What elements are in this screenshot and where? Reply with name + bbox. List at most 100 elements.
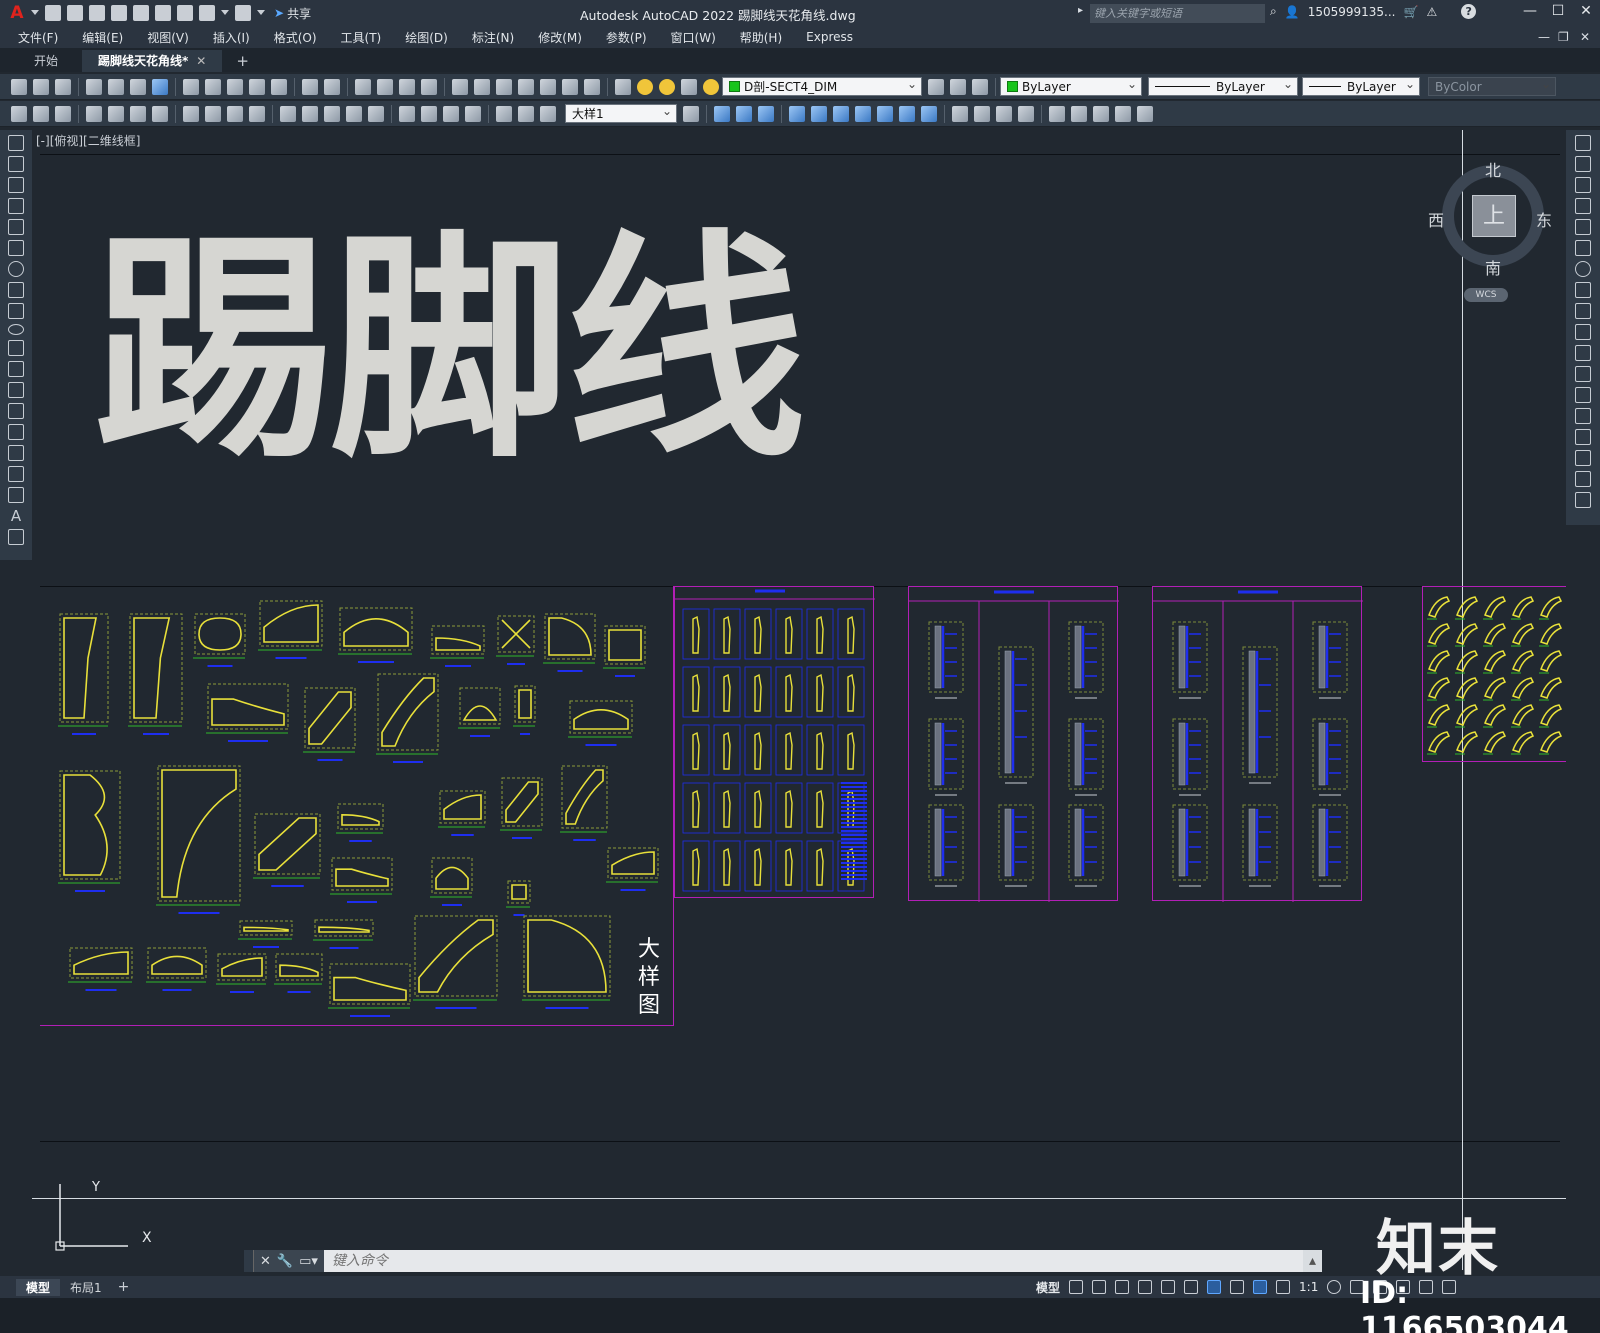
plotstyle-dropdown[interactable]: ByColor xyxy=(1428,75,1556,96)
lineweight-dropdown[interactable]: ByLayer xyxy=(1302,75,1420,96)
search-icon[interactable]: ⌕ xyxy=(1270,4,1277,19)
hatch-icon[interactable] xyxy=(8,424,24,440)
make-block-icon[interactable] xyxy=(8,382,24,398)
annotation-scale[interactable]: 1:1 xyxy=(1299,1280,1318,1294)
move-icon[interactable] xyxy=(1575,240,1591,256)
jogged-linear-icon[interactable] xyxy=(465,105,481,122)
section-sheet-3[interactable] xyxy=(1152,586,1363,902)
redo-icon[interactable] xyxy=(235,5,251,21)
tool-palettes-icon[interactable] xyxy=(496,78,512,95)
id-point-icon[interactable] xyxy=(1115,105,1131,122)
viewport-controls[interactable]: [-][俯视][二维线框] xyxy=(36,132,140,149)
add-selected-draw-icon[interactable] xyxy=(8,529,24,545)
mtext-icon[interactable]: A xyxy=(8,508,24,524)
table-icon[interactable] xyxy=(8,487,24,503)
angular-dim-icon[interactable] xyxy=(249,105,265,122)
snap-icon[interactable] xyxy=(1092,1280,1107,1294)
viewcube[interactable]: 上 北 南 东 西 xyxy=(1428,157,1552,279)
make-current-layer-icon[interactable] xyxy=(928,78,944,95)
plot-icon[interactable] xyxy=(177,5,193,21)
compass-west[interactable]: 西 xyxy=(1428,207,1444,231)
menu-dimension[interactable]: 标注(N) xyxy=(460,29,526,46)
extend-icon[interactable] xyxy=(1575,345,1591,361)
share-icon[interactable]: ➤ xyxy=(274,6,284,20)
menu-help[interactable]: 帮助(H) xyxy=(728,29,794,46)
help-toolbar-icon[interactable] xyxy=(584,78,600,95)
tab-start[interactable]: 开始 xyxy=(18,50,74,72)
tolerance-icon[interactable] xyxy=(399,105,415,122)
construction-line-icon[interactable] xyxy=(8,156,24,172)
match-properties-icon[interactable] xyxy=(249,78,265,95)
circle-icon[interactable] xyxy=(8,261,24,277)
share-button[interactable]: 共享 xyxy=(287,5,311,22)
new-tab-icon[interactable]: + xyxy=(236,50,249,72)
expand-arrow-icon[interactable]: ▸ xyxy=(1078,5,1083,16)
doc-restore-button[interactable]: ❐ xyxy=(1558,30,1569,44)
linear-dim-icon[interactable] xyxy=(86,105,102,122)
insert-block-icon[interactable] xyxy=(8,361,24,377)
menu-parametric[interactable]: 参数(P) xyxy=(594,29,659,46)
workspace-gear-icon[interactable] xyxy=(1327,1280,1342,1294)
autocad-logo-icon[interactable]: A xyxy=(6,3,28,23)
ungroup-icon[interactable] xyxy=(736,105,752,122)
join-icon[interactable] xyxy=(1575,408,1591,424)
layer-dropdown[interactable]: D剖-SECT4_DIM xyxy=(722,75,922,96)
open-file-icon[interactable] xyxy=(33,78,49,95)
tab-layout1[interactable]: 布局1 xyxy=(60,1279,112,1296)
maximize-button[interactable]: ☐ xyxy=(1546,3,1570,23)
layer-properties-icon[interactable] xyxy=(615,78,631,95)
print-icon[interactable] xyxy=(86,78,102,95)
point-icon[interactable] xyxy=(8,403,24,419)
rectangle-icon[interactable] xyxy=(8,219,24,235)
dim-text-edit-icon[interactable] xyxy=(518,105,534,122)
section-sheet-1[interactable] xyxy=(674,586,875,898)
viewcube-top-face[interactable]: 上 xyxy=(1472,195,1516,237)
group-edit-icon[interactable] xyxy=(758,105,774,122)
minimize-button[interactable]: — xyxy=(1518,3,1542,23)
hide-object-icon[interactable] xyxy=(811,105,827,122)
properties-icon[interactable] xyxy=(452,78,468,95)
object-snap-icon[interactable] xyxy=(1207,1280,1222,1294)
menu-express[interactable]: Express xyxy=(794,30,865,44)
area-icon[interactable] xyxy=(1093,105,1109,122)
model-space-button[interactable]: 模型 xyxy=(1036,1279,1060,1296)
gradient-icon[interactable] xyxy=(8,445,24,461)
stretch-icon[interactable] xyxy=(1575,303,1591,319)
copy-object-icon[interactable] xyxy=(1575,156,1591,172)
distance-icon[interactable] xyxy=(1137,105,1153,122)
compass-south[interactable]: 南 xyxy=(1485,255,1501,279)
unisolate-icon[interactable] xyxy=(833,105,849,122)
scale-icon[interactable] xyxy=(1575,282,1591,298)
qnew-icon[interactable] xyxy=(11,78,27,95)
select-similar-icon[interactable] xyxy=(855,105,871,122)
menu-window[interactable]: 窗口(W) xyxy=(659,29,728,46)
revcloud-icon[interactable] xyxy=(8,282,24,298)
grid-icon[interactable] xyxy=(1069,1280,1084,1294)
undo-dropdown-icon[interactable] xyxy=(221,10,229,16)
add-selected-icon[interactable] xyxy=(877,105,893,122)
plot-preview-icon[interactable] xyxy=(108,78,124,95)
annotation-visibility-icon[interactable] xyxy=(1253,1280,1268,1294)
menu-file[interactable]: 文件(F) xyxy=(6,29,70,46)
menu-draw[interactable]: 绘图(D) xyxy=(393,29,460,46)
offset-icon[interactable] xyxy=(1575,198,1591,214)
command-input[interactable] xyxy=(323,1250,1303,1272)
layer-thaw-icon[interactable] xyxy=(659,78,675,95)
dim-space-icon[interactable] xyxy=(346,105,362,122)
ellipse-arc-icon[interactable] xyxy=(8,340,24,356)
select-all-icon[interactable] xyxy=(921,105,937,122)
auto-scale-icon[interactable] xyxy=(1276,1280,1291,1294)
linetype-dropdown[interactable]: ByLayer xyxy=(1148,75,1298,96)
cornice-sheet[interactable] xyxy=(1422,586,1566,762)
spline-icon[interactable] xyxy=(8,303,24,319)
menu-view[interactable]: 视图(V) xyxy=(135,29,201,46)
center-mark-icon[interactable] xyxy=(421,105,437,122)
command-grip[interactable] xyxy=(244,1250,254,1272)
menu-modify[interactable]: 修改(M) xyxy=(526,29,594,46)
ellipse-icon[interactable] xyxy=(8,324,24,335)
object-snap-tracking-icon[interactable] xyxy=(1184,1280,1199,1294)
command-close-icon[interactable]: ✕ xyxy=(260,1254,271,1269)
erase-icon[interactable] xyxy=(1575,135,1591,151)
menu-edit[interactable]: 编辑(E) xyxy=(70,29,135,46)
open-web-icon[interactable] xyxy=(133,5,149,21)
